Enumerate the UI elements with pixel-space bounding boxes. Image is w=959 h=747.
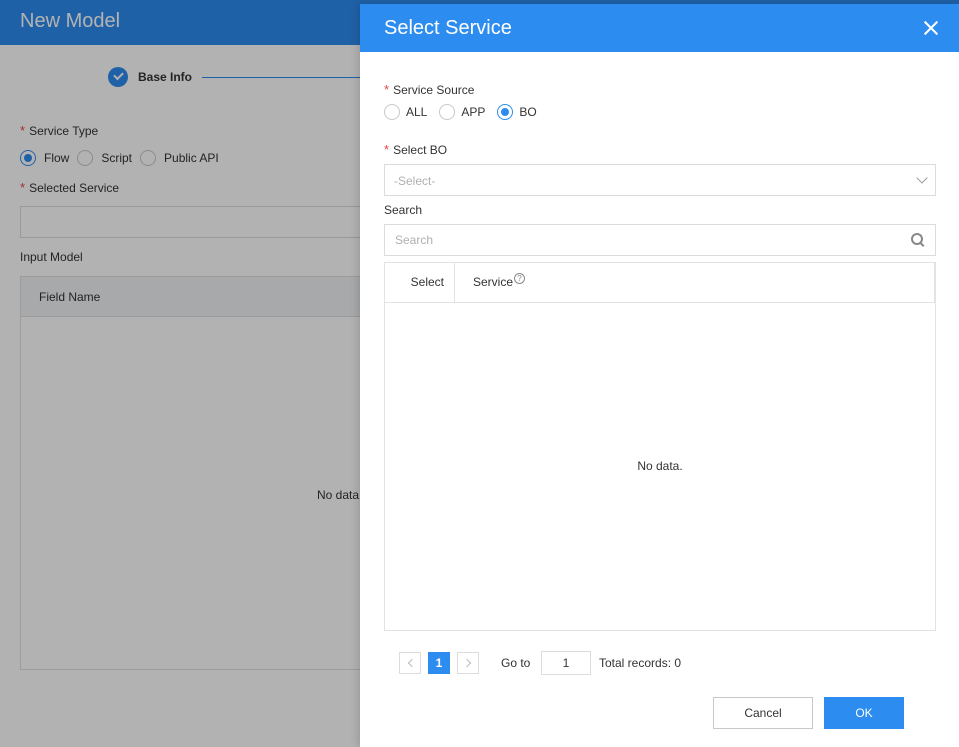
column-header-service: Service? [473,263,526,302]
goto-page-input[interactable]: 1 [541,651,591,675]
goto-label: Go to [501,656,531,670]
close-icon[interactable] [923,20,939,36]
help-icon[interactable]: ? [514,273,526,284]
chevron-right-icon[interactable] [457,652,479,674]
table-header: Select Service? [385,263,935,303]
select-service-dialog: Select Service * Service Source ALL APP B… [360,4,959,747]
service-source-radio-group: ALL APP BO [384,104,543,120]
total-records: Total records: 0 [599,656,682,670]
search-label: Search [384,203,423,217]
column-header-select: Select [385,263,455,302]
required-mark: * [384,82,390,97]
chevron-left-icon[interactable] [399,652,421,674]
search-field [384,224,936,256]
column-divider [934,263,935,302]
radio-all-label: ALL [406,105,428,119]
search-input[interactable] [385,225,905,255]
empty-state-text: No data. [637,459,683,473]
radio-all[interactable] [384,104,400,120]
service-source-label: * Service Source [384,82,475,97]
cancel-button[interactable]: Cancel [713,697,813,729]
service-table: Select Service? No data. [384,262,936,631]
radio-bo[interactable] [497,104,514,120]
page-number-current[interactable]: 1 [428,652,450,674]
ok-button[interactable]: OK [824,697,904,729]
dialog-title: Select Service [384,17,512,39]
radio-app[interactable] [439,104,456,120]
chevron-down-icon [916,172,928,184]
search-icon[interactable] [911,233,925,247]
column-header-service-label: Service [473,275,514,289]
required-mark: * [384,142,390,157]
select-bo-placeholder: -Select- [394,174,436,188]
select-bo-dropdown[interactable]: -Select- [384,164,936,196]
select-bo-label: * Select BO [384,142,448,157]
radio-bo-label: BO [519,105,537,119]
dialog-header: Select Service [360,4,959,52]
radio-app-label: APP [461,105,486,119]
